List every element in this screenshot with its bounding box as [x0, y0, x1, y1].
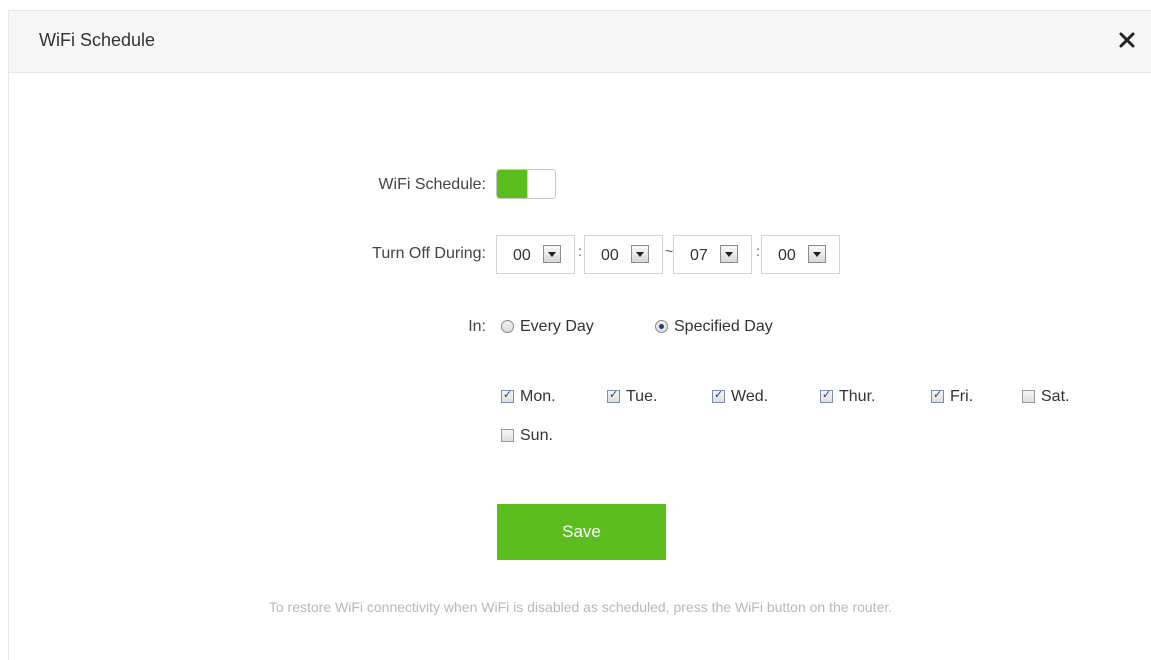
- day-label-fri: Fri.: [950, 388, 974, 405]
- start-minute-value: 00: [601, 247, 619, 264]
- day-label-sat: Sat.: [1041, 388, 1070, 405]
- restore-note: To restore WiFi connectivity when WiFi i…: [268, 599, 893, 615]
- checkbox-sat[interactable]: [1022, 390, 1035, 403]
- day-checkbox-sat[interactable]: Sat.: [1022, 388, 1069, 406]
- schedule-label: WiFi Schedule:: [378, 176, 486, 193]
- day-label-wed: Wed.: [731, 388, 769, 405]
- close-icon-glyph: [1119, 32, 1135, 48]
- chevron-down-icon: [720, 245, 738, 263]
- end-minute-value: 00: [778, 247, 796, 264]
- day-checkbox-fri[interactable]: Fri.: [931, 388, 973, 406]
- radio-specified-day[interactable]: Specified Day: [655, 318, 773, 336]
- dialog-title: WiFi Schedule: [39, 30, 156, 50]
- toggle-knob: [527, 170, 555, 198]
- radio-specified-day-label: Specified Day: [674, 318, 773, 335]
- turn-off-label: Turn Off During:: [372, 245, 486, 262]
- day-checkbox-wed[interactable]: Wed.: [712, 388, 768, 406]
- day-label-mon: Mon.: [520, 388, 556, 405]
- in-label: In:: [468, 318, 486, 335]
- checkbox-thur[interactable]: [820, 388, 833, 403]
- radio-every-day-circle[interactable]: [501, 320, 514, 333]
- toggle-on-fill: [497, 170, 527, 198]
- dialog-header: WiFi Schedule: [9, 11, 1151, 73]
- start-hour-select[interactable]: 00: [496, 235, 575, 274]
- wifi-schedule-dialog: WiFi Schedule WiFi Schedule: Turn Off Du…: [8, 10, 1151, 660]
- day-label-thur: Thur.: [839, 388, 876, 405]
- day-checkbox-mon[interactable]: Mon.: [501, 388, 556, 406]
- end-minute-select[interactable]: 00: [761, 235, 840, 274]
- chevron-down-icon: [808, 245, 826, 263]
- save-button[interactable]: Save: [497, 504, 666, 560]
- chevron-down-icon: [543, 245, 561, 263]
- day-label-sun: Sun.: [520, 427, 553, 444]
- end-hour-select[interactable]: 07: [673, 235, 752, 274]
- time-separator: :: [578, 243, 582, 259]
- schedule-toggle[interactable]: [496, 169, 556, 199]
- time-separator: :: [756, 243, 760, 259]
- checkbox-fri[interactable]: [931, 388, 944, 403]
- start-minute-select[interactable]: 00: [584, 235, 663, 274]
- radio-every-day[interactable]: Every Day: [501, 318, 594, 336]
- range-separator: ~: [665, 243, 674, 259]
- chevron-down-icon: [631, 245, 649, 263]
- checkbox-mon[interactable]: [501, 388, 514, 403]
- checkbox-tue[interactable]: [607, 388, 620, 403]
- radio-every-day-label: Every Day: [520, 318, 594, 335]
- checkbox-sun[interactable]: [501, 429, 514, 442]
- day-label-tue: Tue.: [626, 388, 658, 405]
- day-checkbox-tue[interactable]: Tue.: [607, 388, 657, 406]
- checkbox-wed[interactable]: [712, 388, 725, 403]
- day-checkbox-sun[interactable]: Sun.: [501, 427, 553, 445]
- end-hour-value: 07: [690, 247, 708, 264]
- day-checkbox-thur[interactable]: Thur.: [820, 388, 875, 406]
- radio-specified-day-circle[interactable]: [655, 320, 668, 333]
- close-icon[interactable]: [1116, 29, 1138, 51]
- start-hour-value: 00: [513, 247, 531, 264]
